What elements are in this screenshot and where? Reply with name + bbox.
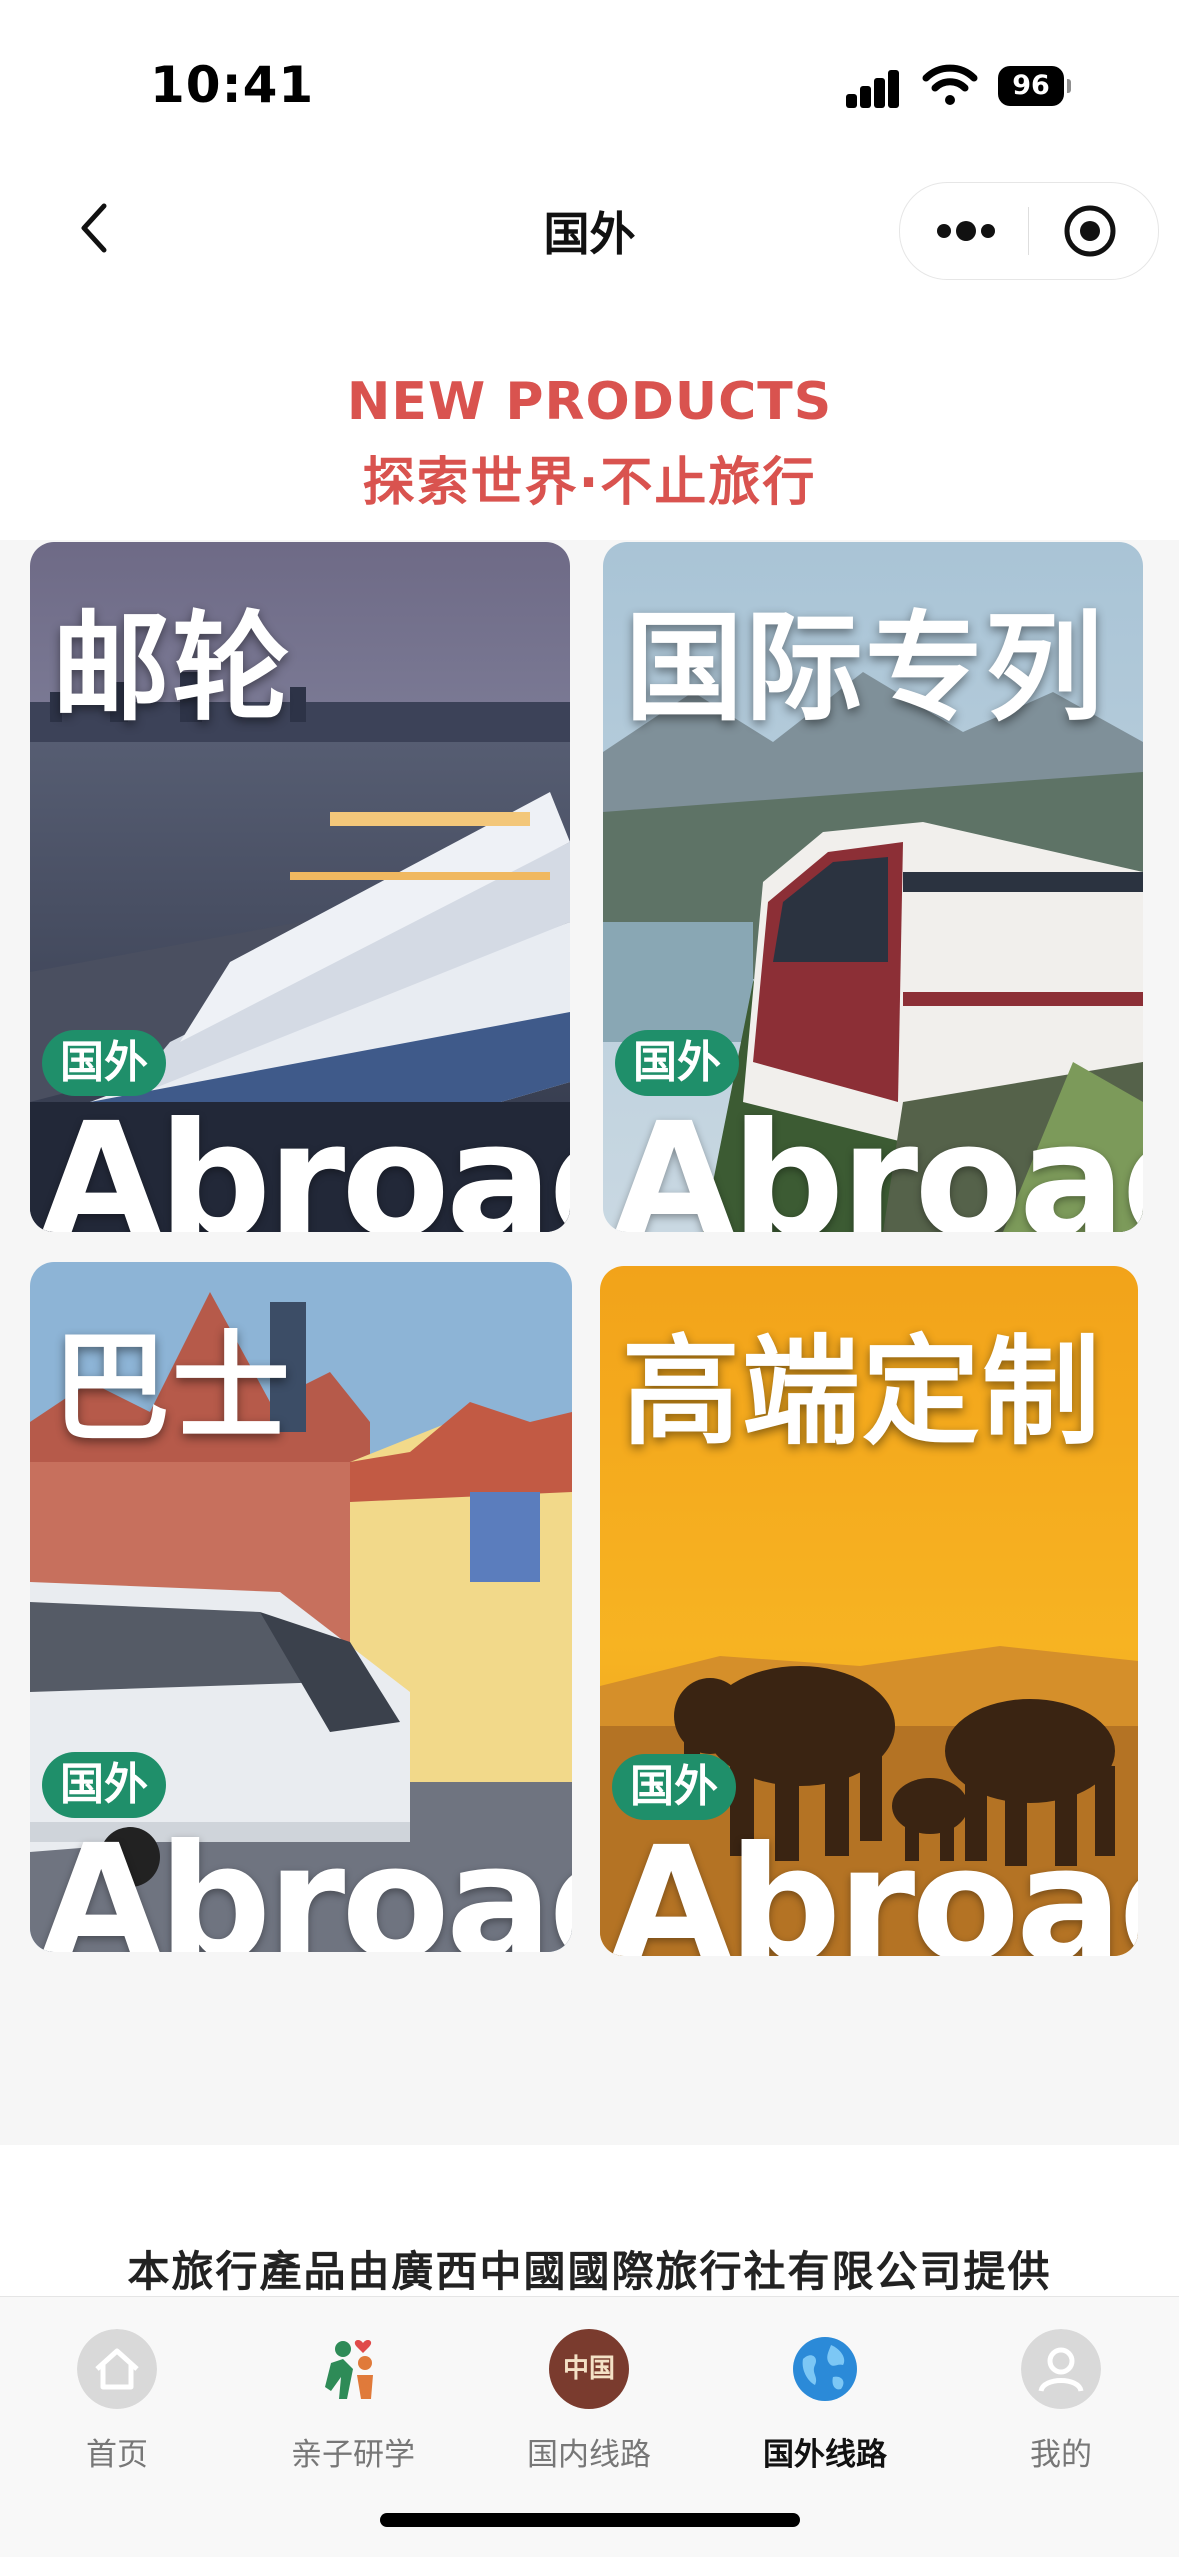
tab-abroad-routes[interactable]: 国外线路: [725, 2317, 925, 2497]
tab-domestic-routes[interactable]: 中国 国内线路: [489, 2317, 689, 2497]
status-time: 10:41: [150, 56, 315, 114]
tab-label: 国外线路: [763, 2437, 887, 2473]
home-icon: [77, 2329, 157, 2409]
card-title: 巴士: [52, 1319, 293, 1457]
card-badge: 国外: [615, 1030, 739, 1096]
product-card-cruise[interactable]: 邮轮 国外 Abroad: [30, 542, 570, 1232]
card-title: 邮轮: [52, 599, 293, 737]
product-card-custom[interactable]: 高端定制 国外 Abroad: [600, 1266, 1138, 1956]
close-target-icon[interactable]: [1062, 203, 1118, 259]
user-icon: [1021, 2329, 1101, 2409]
wifi-icon: [922, 64, 978, 105]
card-subtitle: Abroad: [40, 1089, 570, 1232]
china-seal-icon: 中国: [549, 2329, 629, 2409]
capsule-menu: [899, 182, 1159, 280]
card-title: 高端定制: [622, 1323, 1103, 1461]
signal-icon: [846, 68, 906, 108]
family-icon: [325, 2340, 373, 2399]
card-subtitle: Abroad: [613, 1089, 1143, 1232]
nav-bar: 国外: [0, 160, 1179, 290]
product-card-bus[interactable]: 巴士 国外 Abroad: [30, 1262, 572, 1952]
section-heading-zh: 探索世界·不止旅行: [362, 453, 817, 513]
product-card-rail[interactable]: 国际专列 国外 Abroad: [603, 542, 1143, 1232]
globe-icon: [793, 2337, 857, 2401]
card-badge: 国外: [42, 1030, 166, 1096]
status-bar: 10:41 96: [0, 0, 1179, 160]
tab-family-study[interactable]: 亲子研学: [253, 2317, 453, 2497]
tab-label: 亲子研学: [291, 2437, 415, 2473]
card-subtitle: Abroad: [40, 1811, 572, 1952]
section-heading-en: NEW PRODUCTS: [346, 372, 833, 432]
tab-label: 我的: [1030, 2437, 1092, 2473]
battery-level: 96: [998, 66, 1064, 106]
card-badge: 国外: [612, 1754, 736, 1820]
home-indicator: [380, 2513, 800, 2527]
tab-label: 国内线路: [527, 2437, 651, 2473]
battery-icon: 96: [998, 66, 1071, 106]
seal-text: 中国: [562, 2354, 615, 2384]
card-subtitle: Abroad: [610, 1813, 1138, 1956]
tab-label: 首页: [86, 2437, 148, 2473]
tab-home[interactable]: 首页: [17, 2317, 217, 2497]
card-title: 国际专列: [625, 599, 1106, 737]
tab-mine[interactable]: 我的: [961, 2317, 1161, 2497]
capsule-divider: [1028, 207, 1029, 255]
card-badge: 国外: [42, 1752, 166, 1818]
provider-notice: 本旅行產品由廣西中國國際旅行社有限公司提供: [127, 2247, 1052, 2296]
more-icon[interactable]: [934, 213, 998, 249]
